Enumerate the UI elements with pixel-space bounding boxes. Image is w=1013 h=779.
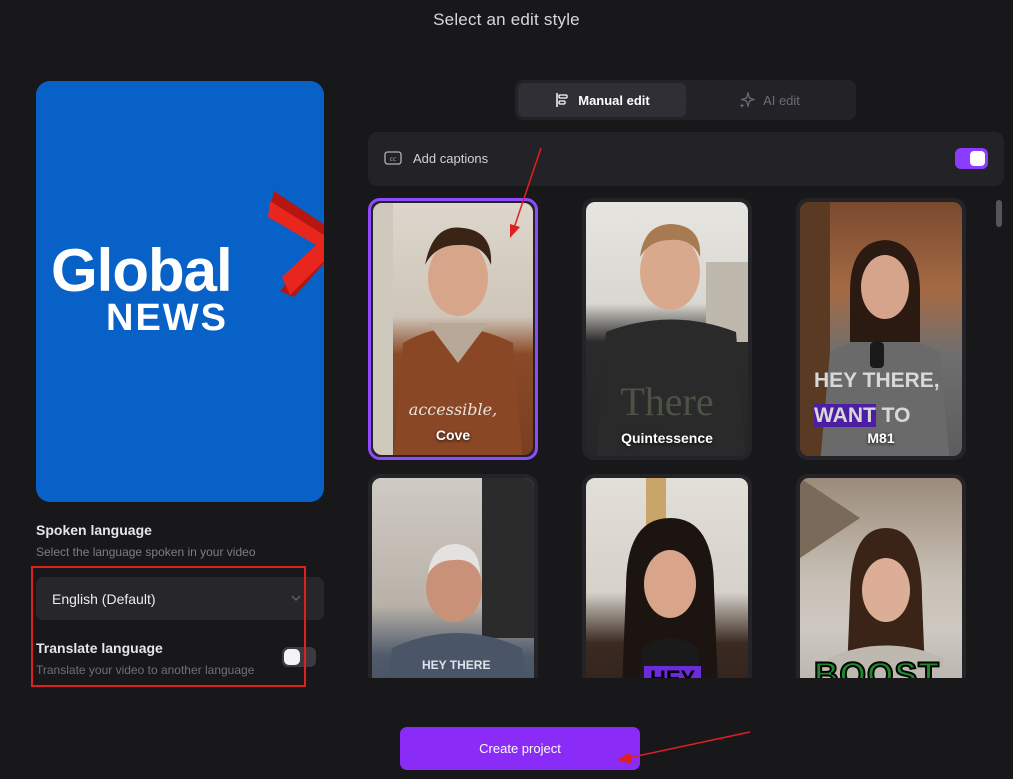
caption-preview-text-line2: WANT TO — [814, 404, 910, 428]
tab-manual-edit[interactable]: Manual edit — [518, 83, 686, 117]
captions-toggle[interactable] — [955, 148, 988, 169]
style-card[interactable]: HEY — [582, 474, 752, 678]
annotation-highlight-box — [31, 566, 306, 687]
style-name: Cove — [435, 427, 471, 443]
caption-preview-text: HEY — [644, 666, 702, 678]
toggle-knob — [970, 151, 985, 166]
caption-preview-text: HEY THERE — [422, 658, 491, 672]
style-thumbnail: HEY THERE — [372, 478, 534, 678]
edit-mode-tabs: Manual edit AI edit — [515, 80, 856, 120]
style-card[interactable]: HEY THERE — [368, 474, 538, 678]
add-captions-row: cc Add captions — [368, 132, 1004, 186]
style-card-m81[interactable]: HEY THERE, WANT TO M81 — [796, 198, 966, 460]
annotation-arrow-create — [627, 731, 751, 759]
logo-global-text: Global — [51, 237, 233, 304]
video-preview: Global NEWS — [36, 81, 324, 502]
global-news-chevron-logo — [268, 191, 324, 297]
spoken-language-hint: Select the language spoken in your video — [36, 545, 256, 559]
caption-highlight-word: WANT — [814, 404, 876, 427]
tab-ai-edit[interactable]: AI edit — [686, 83, 853, 117]
cc-icon: cc — [384, 151, 402, 165]
caption-preview-text: HEY THERE, — [814, 369, 940, 392]
style-grid: accessible, Cove There Quintessence HEY … — [366, 196, 986, 678]
spoken-language-label: Spoken language — [36, 522, 152, 538]
svg-text:cc: cc — [390, 156, 397, 163]
caption-preview-text: accessible, — [408, 400, 498, 419]
style-thumbnail: BOOST — [800, 478, 962, 678]
caption-word: TO — [875, 404, 911, 427]
style-name: M81 — [867, 430, 895, 446]
logo-news-text: NEWS — [106, 297, 228, 339]
add-captions-label: Add captions — [413, 151, 489, 166]
manual-edit-icon — [556, 93, 568, 107]
page-title: Select an edit style — [433, 10, 580, 29]
presenter-image — [800, 478, 946, 678]
style-thumbnail: HEY THERE, WANT TO — [800, 202, 962, 456]
tab-ai-edit-label: AI edit — [763, 92, 800, 108]
tab-manual-edit-label: Manual edit — [578, 92, 650, 108]
style-name: Quintessence — [621, 430, 713, 446]
style-card[interactable]: BOOST — [796, 474, 966, 678]
sparkle-icon — [739, 92, 756, 108]
presenter-image — [622, 478, 718, 678]
style-card-cove[interactable]: accessible, Cove — [368, 198, 538, 460]
style-card-quintessence[interactable]: There Quintessence — [582, 198, 752, 460]
create-project-button[interactable]: Create project — [400, 727, 640, 770]
caption-preview-text: BOOST — [813, 655, 940, 678]
caption-preview-text: There — [620, 379, 714, 424]
style-thumbnail: HEY — [586, 478, 748, 678]
style-thumbnail: accessible, — [373, 203, 533, 455]
presenter-image — [388, 478, 534, 678]
style-thumbnail: There — [586, 202, 748, 456]
scrollbar-thumb[interactable] — [996, 200, 1002, 227]
